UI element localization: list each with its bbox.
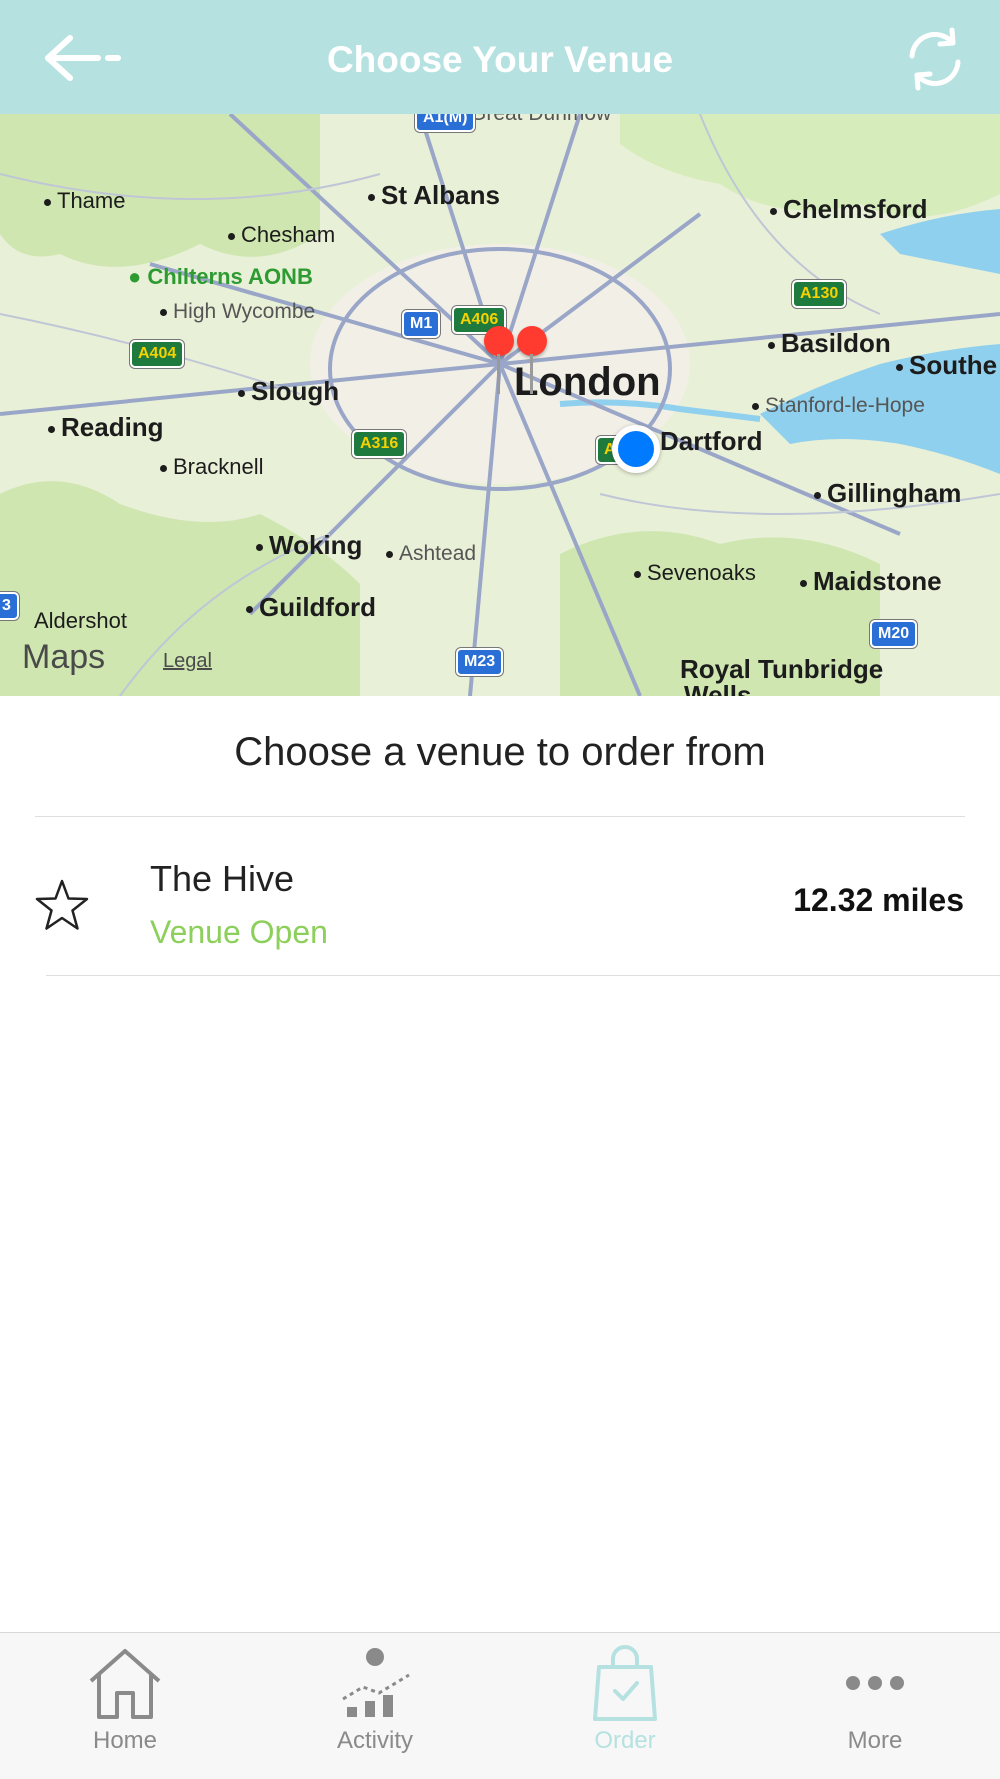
venue-pin[interactable] [484, 326, 514, 394]
venue-status: Venue Open [150, 914, 328, 950]
road-shield: A1(M) [415, 114, 476, 132]
map-label: Chesham [228, 222, 335, 248]
map-label: Thame [44, 188, 125, 214]
map-label: Stanford-le-Hope [752, 394, 925, 418]
map-label: Great Dunmow [470, 114, 611, 126]
home-icon [89, 1649, 161, 1719]
tab-home[interactable]: Home [0, 1633, 250, 1779]
map-label: Southe [896, 350, 997, 381]
divider [46, 975, 1000, 976]
road-shield: A130 [792, 280, 847, 308]
refresh-icon [909, 27, 961, 91]
venue-distance: 12.32 miles [793, 882, 964, 918]
venue-name: The Hive [150, 858, 295, 899]
tab-label: Home [92, 1727, 158, 1754]
refresh-button[interactable] [900, 24, 970, 94]
tab-bar: Home Activity Order More [0, 1632, 1000, 1779]
map-label: Gillingham [814, 478, 961, 509]
map-label: Woking [256, 530, 362, 561]
road-shield: 3 [0, 592, 19, 620]
tab-label: Order [594, 1727, 656, 1754]
tab-label: Activity [336, 1727, 413, 1754]
map-label: Chelmsford [770, 194, 927, 225]
top-bar: Choose Your Venue [0, 0, 1000, 114]
map-label: Reading [48, 412, 164, 443]
map-label-london: London [514, 360, 661, 404]
tab-more[interactable]: More [750, 1633, 1000, 1779]
tab-label: More [847, 1727, 903, 1754]
current-location-dot [612, 425, 660, 473]
road-shield: M23 [456, 648, 504, 676]
legal-link[interactable]: Legal [163, 650, 212, 673]
page-title: Choose Your Venue [326, 39, 674, 80]
road-shield: A404 [130, 340, 185, 368]
divider [35, 816, 965, 817]
more-icon [846, 1676, 904, 1690]
map-label: Dartford [660, 426, 763, 456]
road-shield: M20 [870, 620, 918, 648]
map-label: Guildford [246, 592, 376, 623]
map-label: High Wycombe [160, 300, 315, 324]
tab-order[interactable]: Order [500, 1633, 750, 1779]
venue-pin[interactable] [517, 326, 547, 394]
venue-row[interactable]: The Hive Venue Open 12.32 miles [0, 818, 1000, 976]
shopping-bag-icon [593, 1645, 657, 1721]
map-label: Wells [684, 680, 752, 696]
maps-logo: Maps [22, 638, 106, 676]
road-shield: M1 [402, 310, 441, 338]
tab-activity[interactable]: Activity [250, 1633, 500, 1779]
venue-list-heading: Choose a venue to order from [234, 730, 766, 774]
map-label: ● Chilterns AONB [128, 264, 313, 289]
map-label: Maidstone [800, 566, 942, 597]
star-icon [35, 879, 89, 930]
venue-map[interactable]: Great Dunmow Thame St Albans Chelmsford … [0, 114, 1000, 696]
map-label: Aldershot [34, 608, 127, 633]
road-shield: A316 [352, 430, 407, 458]
map-label: Basildon [768, 328, 891, 359]
map-label: St Albans [368, 180, 500, 211]
map-label: Bracknell [160, 454, 263, 480]
activity-icon [342, 1648, 410, 1717]
map-label: Slough [238, 376, 339, 407]
map-label: Ashtead [386, 542, 476, 566]
favorite-star-button[interactable] [34, 878, 90, 932]
map-label: Sevenoaks [634, 560, 756, 586]
